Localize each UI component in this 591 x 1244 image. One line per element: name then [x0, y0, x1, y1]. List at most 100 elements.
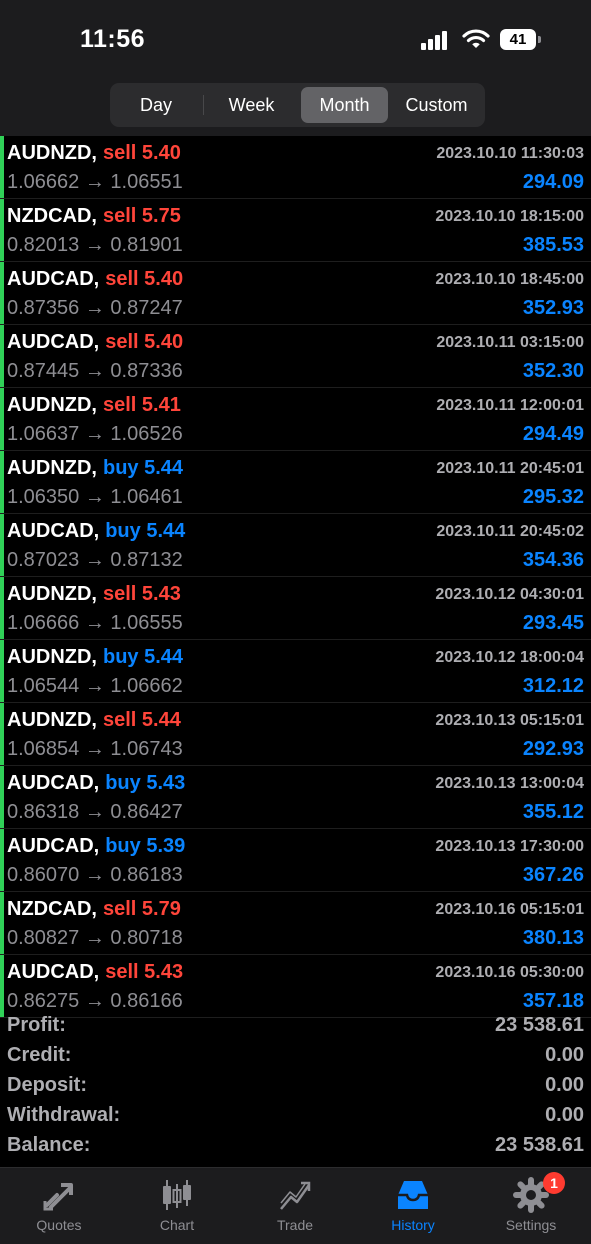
- trade-side: sell: [105, 268, 139, 290]
- row-marker: [0, 388, 4, 450]
- trade-row[interactable]: AUDNZD, buy 5.44 1.06350 → 1.06461 2023.10.…: [0, 451, 591, 514]
- row-marker: [0, 766, 4, 828]
- open-price: 0.87445: [7, 360, 80, 382]
- summary-value: 0.00: [545, 1044, 584, 1066]
- summary-row: Credit: 0.00: [0, 1042, 591, 1072]
- summary-label: Withdrawal:: [7, 1104, 121, 1126]
- trade-header: AUDNZD, sell 5.41: [7, 394, 181, 417]
- open-price: 1.06350: [7, 486, 80, 508]
- trade-symbol: AUDNZD,: [7, 457, 97, 479]
- trade-row[interactable]: AUDNZD, buy 5.44 1.06544 → 1.06662 2023.10.…: [0, 640, 591, 703]
- trade-side-volume: sell 5.43: [103, 583, 181, 605]
- trade-prices: 1.06662 → 1.06551: [7, 171, 183, 194]
- trade-side-volume: sell 5.44: [103, 709, 181, 731]
- trade-symbol: AUDCAD,: [7, 331, 100, 353]
- close-price: 0.81901: [110, 234, 183, 256]
- trade-prices: 0.82013 → 0.81901: [7, 234, 183, 257]
- battery-icon: 41: [500, 29, 541, 50]
- row-marker: [0, 892, 4, 954]
- trade-header: AUDCAD, sell 5.43: [7, 961, 183, 984]
- segment-custom[interactable]: Custom: [392, 87, 481, 123]
- period-segmented-control: Day Week Month Custom: [110, 83, 485, 127]
- trade-side: sell: [103, 394, 137, 416]
- trade-row[interactable]: AUDNZD, sell 5.44 1.06854 → 1.06743 2023.10…: [0, 703, 591, 766]
- trade-profit: 355.12: [522, 801, 584, 823]
- summary-row: Balance: 23 538.61: [0, 1132, 591, 1162]
- tab-chart[interactable]: Chart: [118, 1168, 236, 1244]
- trade-side-volume: sell 5.43: [105, 961, 183, 983]
- trade-prices: 0.87445 → 0.87336: [7, 360, 183, 383]
- trade-side-volume: buy 5.44: [103, 457, 183, 479]
- trade-prices: 1.06854 → 1.06743: [7, 738, 183, 761]
- close-price: 0.87247: [110, 297, 183, 319]
- segment-week[interactable]: Week: [207, 87, 296, 123]
- segment-day[interactable]: Day: [114, 87, 198, 123]
- cellular-signal-icon: [421, 30, 451, 50]
- trade-row[interactable]: AUDCAD, sell 5.40 0.87356 → 0.87247 2023.10…: [0, 262, 591, 325]
- trade-volume: 5.40: [144, 268, 184, 290]
- tab-quotes[interactable]: Quotes: [0, 1168, 118, 1244]
- trade-row[interactable]: AUDCAD, buy 5.39 0.86070 → 0.86183 2023.10.…: [0, 829, 591, 892]
- trade-volume: 5.44: [141, 709, 181, 731]
- trade-profit: 352.93: [522, 297, 584, 319]
- arrow-icon: →: [84, 612, 105, 634]
- tab-trade-label: Trade: [276, 1217, 314, 1233]
- row-marker: [0, 640, 4, 702]
- trade-profit: 354.36: [522, 549, 584, 571]
- trade-time: 2023.10.11 20:45:02: [436, 523, 584, 540]
- trade-time: 2023.10.11 20:45:01: [436, 460, 584, 477]
- open-price: 0.86275: [7, 990, 80, 1012]
- trade-header: AUDNZD, sell 5.44: [7, 709, 181, 732]
- trade-side-volume: sell 5.75: [103, 205, 181, 227]
- trade-side: sell: [105, 331, 139, 353]
- trade-side-volume: sell 5.40: [105, 268, 183, 290]
- trade-side: buy: [103, 646, 139, 668]
- segment-month[interactable]: Month: [301, 87, 388, 123]
- arrow-icon: →: [84, 360, 105, 382]
- trade-prices: 1.06637 → 1.06526: [7, 423, 183, 446]
- tab-chart-label: Chart: [159, 1217, 195, 1233]
- open-price: 1.06854: [7, 738, 80, 760]
- trade-side: buy: [105, 835, 141, 857]
- trade-row[interactable]: AUDCAD, buy 5.43 0.86318 → 0.86427 2023.10.…: [0, 766, 591, 829]
- trade-row[interactable]: NZDCAD, sell 5.79 0.80827 → 0.80718 2023.10…: [0, 892, 591, 955]
- trade-profit: 292.93: [522, 738, 584, 760]
- trade-symbol: AUDNZD,: [7, 646, 97, 668]
- quotes-icon: [43, 1183, 73, 1211]
- trade-header: NZDCAD, sell 5.75: [7, 205, 181, 228]
- trade-row[interactable]: NZDCAD, sell 5.75 0.82013 → 0.81901 2023.10…: [0, 199, 591, 262]
- trade-row[interactable]: AUDCAD, sell 5.43 0.86275 → 0.86166 2023.10…: [0, 955, 591, 1018]
- close-price: 0.87132: [110, 549, 183, 571]
- open-price: 0.87023: [7, 549, 80, 571]
- tab-history[interactable]: History: [354, 1168, 472, 1244]
- trade-row[interactable]: AUDNZD, sell 5.40 1.06662 → 1.06551 2023.10…: [0, 136, 591, 199]
- arrow-icon: →: [84, 801, 105, 823]
- trade-header: AUDNZD, sell 5.43: [7, 583, 181, 606]
- tab-settings[interactable]: Settings: [472, 1168, 590, 1244]
- trade-header: AUDCAD, buy 5.39: [7, 835, 185, 858]
- close-price: 1.06662: [110, 675, 183, 697]
- close-price: 0.80718: [110, 927, 183, 949]
- trade-side: sell: [103, 205, 137, 227]
- trade-row[interactable]: AUDCAD, sell 5.40 0.87445 → 0.87336 2023.10…: [0, 325, 591, 388]
- row-marker: [0, 577, 4, 639]
- trade-side-volume: sell 5.41: [103, 394, 181, 416]
- trade-time: 2023.10.13 05:15:01: [435, 712, 584, 729]
- trade-profit: 295.32: [522, 486, 584, 508]
- trade-side: buy: [105, 772, 141, 794]
- history-icon: [398, 1181, 428, 1209]
- trade-row[interactable]: AUDNZD, sell 5.41 1.06637 → 1.06526 2023.10…: [0, 388, 591, 451]
- row-marker: [0, 703, 4, 765]
- trade-time: 2023.10.12 18:00:04: [435, 649, 584, 666]
- trade-header: AUDNZD, sell 5.40: [7, 142, 181, 165]
- trade-row[interactable]: AUDCAD, buy 5.44 0.87023 → 0.87132 2023.10.…: [0, 514, 591, 577]
- trade-volume: 5.44: [144, 457, 184, 479]
- arrow-icon: →: [84, 864, 105, 886]
- tab-trade[interactable]: Trade: [236, 1168, 354, 1244]
- trade-row[interactable]: AUDNZD, sell 5.43 1.06666 → 1.06555 2023.10…: [0, 577, 591, 640]
- row-marker: [0, 451, 4, 513]
- summary-label: Profit:: [7, 1014, 66, 1036]
- status-bar: 11:56 41: [0, 0, 591, 80]
- trade-header: AUDNZD, buy 5.44: [7, 646, 183, 669]
- tab-bar: Quotes Chart Trade History Settings: [0, 1167, 591, 1244]
